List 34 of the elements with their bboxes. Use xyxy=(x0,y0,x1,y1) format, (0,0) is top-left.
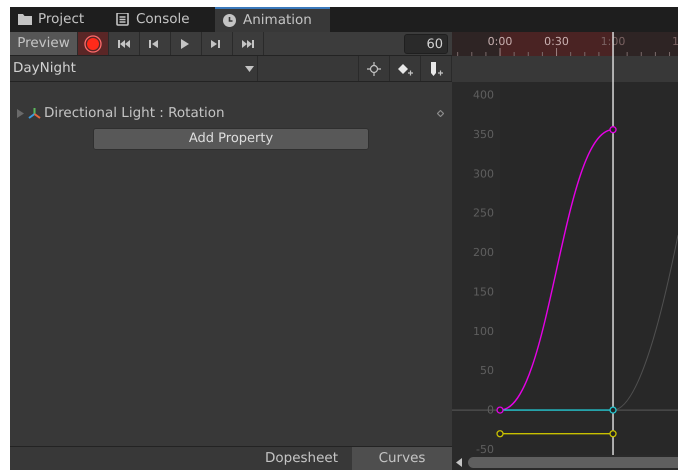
keyframe-handle[interactable] xyxy=(609,430,617,438)
panel-tab[interactable]: Animation xyxy=(215,7,330,32)
scroll-left-icon[interactable] xyxy=(456,458,462,467)
keyframe-handle[interactable] xyxy=(609,406,617,414)
time-label: 1 xyxy=(672,35,678,48)
add-keyframe-icon[interactable] xyxy=(397,62,413,76)
add-event-icon[interactable] xyxy=(430,62,442,76)
folder-icon xyxy=(18,13,32,26)
time-ruler[interactable] xyxy=(452,32,678,82)
document-icon xyxy=(116,13,130,26)
preview-button[interactable]: Preview xyxy=(10,32,78,55)
frame-field[interactable]: 60 xyxy=(404,34,448,54)
add-property-button[interactable]: Add Property xyxy=(93,128,369,150)
next-frame-icon[interactable] xyxy=(211,38,223,48)
keyframe-diamond-icon[interactable] xyxy=(437,110,444,116)
keyframe-handle[interactable] xyxy=(496,406,504,414)
first-frame-icon[interactable] xyxy=(118,38,130,48)
last-frame-icon[interactable] xyxy=(242,38,254,48)
panel-tab[interactable]: Console xyxy=(108,7,215,32)
previous-frame-icon[interactable] xyxy=(149,38,161,48)
axes-icon xyxy=(28,107,41,119)
crosshair-icon[interactable] xyxy=(367,62,381,76)
property-label: Directional Light : Rotation xyxy=(44,104,225,123)
clip-dropdown[interactable]: DayNight xyxy=(10,56,258,81)
time-label: 0:30 xyxy=(544,35,569,48)
panel-tab[interactable]: Project xyxy=(10,7,108,32)
keyframe-handle[interactable] xyxy=(609,126,617,134)
view-tab[interactable]: Curves xyxy=(352,447,452,470)
record-button[interactable] xyxy=(78,32,109,55)
scrollbar-thumb[interactable] xyxy=(468,457,678,468)
keyframe-handle[interactable] xyxy=(496,430,504,438)
time-label: 0:00 xyxy=(488,35,512,48)
clock-icon xyxy=(223,14,237,27)
caret-icon xyxy=(245,66,254,72)
